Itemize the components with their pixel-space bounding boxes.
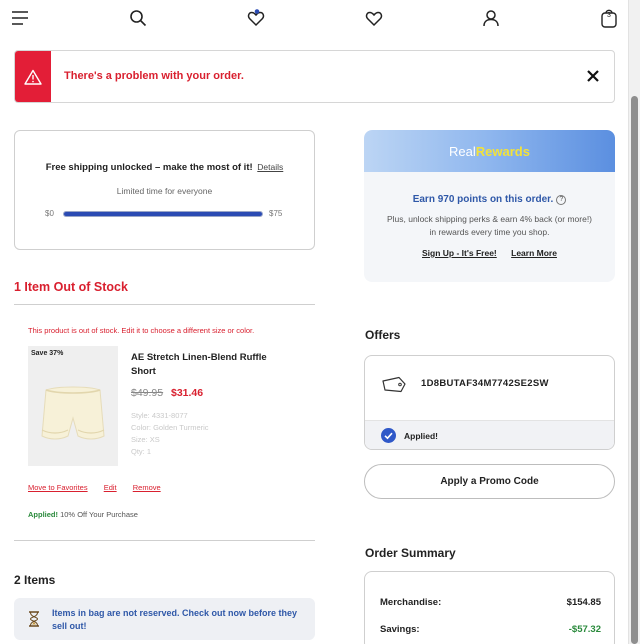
- save-badge: Save 37%: [31, 350, 64, 357]
- top-navigation: 3: [0, 0, 628, 36]
- rewards-earn-points: Earn 970 points on this order.?: [364, 194, 615, 205]
- ruffle-short-image: [41, 386, 105, 440]
- real-rewards-logo: RealRewards: [364, 144, 615, 159]
- search-icon[interactable]: [128, 8, 148, 28]
- menu-icon[interactable]: [10, 8, 30, 28]
- shipping-progress-fill: [64, 212, 262, 216]
- summary-row-merchandise: Merchandise: $154.85: [380, 597, 601, 608]
- applied-promo-line: Applied! 10% Off Your Purchase: [28, 510, 138, 519]
- shipping-title: Free shipping unlocked – make the most o…: [15, 162, 314, 173]
- edit-link[interactable]: Edit: [104, 483, 117, 492]
- product-style: Style: 4331-8077: [131, 411, 188, 420]
- summary-label: Merchandise:: [380, 597, 442, 608]
- out-of-stock-message: This product is out of stock. Edit it to…: [28, 326, 255, 335]
- offer-applied-bar: Applied!: [365, 420, 614, 449]
- rewards-logo-suffix: Rewards: [475, 144, 530, 159]
- divider: [14, 304, 315, 305]
- shipping-min-label: $0: [45, 209, 54, 218]
- rewards-header: RealRewards: [364, 130, 615, 172]
- shipping-progress-bar: [63, 211, 263, 217]
- shopping-bag-icon[interactable]: 3: [599, 8, 619, 28]
- tag-icon: [382, 376, 406, 393]
- out-of-stock-title: 1 Item Out of Stock: [14, 280, 128, 294]
- free-shipping-card: Free shipping unlocked – make the most o…: [14, 130, 315, 250]
- product-size: Size: XS: [131, 435, 160, 444]
- rewards-heart-icon[interactable]: [246, 8, 266, 28]
- offer-code: 1D8BUTAF34M7742SE2SW: [421, 378, 549, 389]
- items-title: 2 Items: [14, 573, 56, 587]
- sale-price: $31.46: [171, 387, 204, 399]
- rewards-logo-prefix: Real: [449, 144, 476, 159]
- remove-link[interactable]: Remove: [133, 483, 161, 492]
- rewards-links: Sign Up - It's Free! Learn More: [364, 248, 615, 258]
- close-icon[interactable]: [584, 67, 602, 85]
- product-color: Color: Golden Turmeric: [131, 423, 209, 432]
- alert-band: [15, 51, 51, 102]
- offers-title: Offers: [365, 328, 401, 342]
- page-scrollbar[interactable]: [628, 0, 640, 644]
- product-name[interactable]: AE Stretch Linen-Blend Ruffle Short: [131, 351, 281, 379]
- hourglass-icon: [29, 611, 39, 627]
- product-image[interactable]: Save 37%: [28, 346, 118, 466]
- summary-value: -$57.32: [568, 624, 601, 635]
- item-actions: Move to Favorites Edit Remove: [28, 483, 175, 492]
- warning-icon: [24, 69, 42, 85]
- divider: [14, 540, 315, 541]
- info-icon[interactable]: ?: [556, 195, 567, 205]
- original-price: $49.95: [131, 387, 164, 399]
- shipping-details-link[interactable]: Details: [257, 162, 283, 172]
- shipping-title-text: Free shipping unlocked – make the most o…: [45, 162, 253, 173]
- favorites-heart-icon[interactable]: [364, 8, 384, 28]
- order-problem-alert: There's a problem with your order.: [14, 50, 615, 103]
- product-qty: Qty: 1: [131, 447, 152, 456]
- bag-not-reserved-notice: Items in bag are not reserved. Check out…: [14, 598, 315, 640]
- rewards-earn-text: Earn 970 points on this order.: [412, 194, 554, 205]
- order-summary-title: Order Summary: [365, 546, 456, 560]
- move-to-favorites-link[interactable]: Move to Favorites: [28, 483, 88, 492]
- summary-value: $154.85: [566, 597, 601, 608]
- offer-card: 1D8BUTAF34M7742SE2SW Applied!: [364, 355, 615, 450]
- real-rewards-card: RealRewards Earn 970 points on this orde…: [364, 130, 615, 282]
- applied-label: Applied!: [28, 510, 58, 519]
- applied-promo-text: 10% Off Your Purchase: [60, 510, 138, 519]
- check-circle-icon: [381, 428, 396, 443]
- alert-message: There's a problem with your order.: [64, 70, 244, 82]
- summary-label: Savings:: [380, 624, 420, 635]
- rewards-learn-more-link[interactable]: Learn More: [511, 248, 557, 258]
- shipping-subtitle: Limited time for everyone: [116, 186, 213, 196]
- account-icon[interactable]: [481, 8, 501, 28]
- scrollbar-thumb[interactable]: [631, 96, 638, 644]
- apply-promo-code-button[interactable]: Apply a Promo Code: [364, 464, 615, 499]
- bag-count-badge: 3: [607, 12, 611, 19]
- order-summary-card: Merchandise: $154.85 Savings: -$57.32: [364, 571, 615, 644]
- shipping-max-label: $75: [269, 209, 283, 218]
- offer-applied-label: Applied!: [404, 431, 438, 441]
- rewards-description: Plus, unlock shipping perks & earn 4% ba…: [386, 214, 593, 237]
- summary-row-savings: Savings: -$57.32: [380, 624, 601, 635]
- rewards-signup-link[interactable]: Sign Up - It's Free!: [422, 248, 497, 258]
- bag-note-text: Items in bag are not reserved. Check out…: [52, 608, 298, 631]
